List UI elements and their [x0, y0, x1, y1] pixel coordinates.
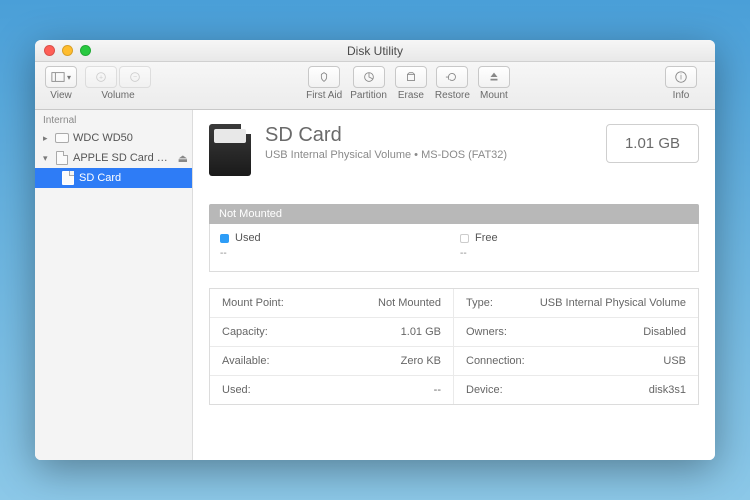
free-value: -- [460, 248, 660, 259]
erase-label: Erase [398, 90, 424, 101]
sidebar-item-wdc[interactable]: ▸ WDC WD50 [35, 128, 192, 148]
detail-row: Type:USB Internal Physical Volume [454, 289, 698, 318]
titlebar: Disk Utility [35, 40, 715, 62]
partition-icon [362, 70, 376, 84]
restore-button[interactable] [436, 66, 468, 88]
erase-icon [404, 70, 418, 84]
first-aid-button[interactable] [308, 66, 340, 88]
volume-label: Volume [101, 90, 134, 101]
detail-row: Device:disk3s1 [454, 376, 698, 404]
window-title: Disk Utility [35, 44, 715, 58]
hard-drive-icon [55, 131, 69, 145]
volume-size-box: 1.01 GB [606, 124, 699, 163]
usage-bar: Used -- Free -- [209, 224, 699, 272]
disclosure-triangle-icon[interactable]: ▾ [43, 153, 51, 164]
details-table: Mount Point:Not Mounted Capacity:1.01 GB… [209, 288, 699, 405]
disclosure-triangle-icon[interactable]: ▸ [43, 133, 51, 144]
info-icon: i [674, 70, 688, 84]
first-aid-icon [317, 70, 331, 84]
partition-label: Partition [350, 90, 387, 101]
restore-label: Restore [435, 90, 470, 101]
svg-text:+: + [99, 75, 103, 82]
sidebar-item-label: APPLE SD Card R... [73, 152, 174, 164]
volume-header: SD Card USB Internal Physical Volume • M… [209, 124, 699, 176]
volume-add-icon: + [94, 70, 108, 84]
info-label: Info [673, 90, 690, 101]
close-button[interactable] [44, 45, 55, 56]
detail-row: Capacity:1.01 GB [210, 318, 453, 347]
sidebar-item-label: WDC WD50 [73, 132, 188, 144]
used-swatch-icon [220, 234, 229, 243]
free-swatch-icon [460, 234, 469, 243]
sidebar-item-apple-sd[interactable]: ▾ APPLE SD Card R... ⏏ [35, 148, 192, 168]
svg-text:i: i [680, 73, 682, 82]
mount-label: Mount [480, 90, 508, 101]
view-button[interactable]: ▾ [45, 66, 77, 88]
svg-text:−: − [133, 74, 137, 81]
volume-remove-button[interactable]: − [119, 66, 151, 88]
erase-button[interactable] [395, 66, 427, 88]
volume-status: Not Mounted [209, 204, 699, 224]
sidebar-section-internal: Internal [35, 110, 192, 128]
disk-utility-window: Disk Utility ▾ View + − Volume [35, 40, 715, 460]
toolbar: ▾ View + − Volume First Aid [35, 62, 715, 110]
mount-icon [487, 70, 501, 84]
usage-used: Used -- [220, 232, 420, 259]
sidebar-item-sd-card[interactable]: SD Card [35, 168, 192, 188]
sidebar-icon [51, 70, 65, 84]
sidebar-item-label: SD Card [79, 172, 188, 184]
sd-card-icon [61, 171, 75, 185]
partition-button[interactable] [353, 66, 385, 88]
chevron-down-icon: ▾ [67, 73, 71, 82]
volume-add-button[interactable]: + [85, 66, 117, 88]
sd-card-large-icon [209, 124, 251, 176]
body: Internal ▸ WDC WD50 ▾ APPLE SD Card R...… [35, 110, 715, 460]
sidebar: Internal ▸ WDC WD50 ▾ APPLE SD Card R...… [35, 110, 193, 460]
usage-free: Free -- [460, 232, 660, 259]
first-aid-label: First Aid [306, 90, 342, 101]
free-label: Free [475, 232, 498, 244]
sd-card-icon [55, 151, 69, 165]
content-pane: SD Card USB Internal Physical Volume • M… [193, 110, 715, 460]
restore-icon [445, 70, 459, 84]
volume-remove-icon: − [128, 70, 142, 84]
detail-row: Owners:Disabled [454, 318, 698, 347]
volume-subtitle: USB Internal Physical Volume • MS-DOS (F… [265, 149, 592, 161]
mount-button[interactable] [478, 66, 510, 88]
minimize-button[interactable] [62, 45, 73, 56]
traffic-lights [35, 45, 91, 56]
volume-name: SD Card [265, 124, 592, 147]
eject-icon[interactable]: ⏏ [178, 152, 188, 165]
detail-row: Connection:USB [454, 347, 698, 376]
detail-row: Available:Zero KB [210, 347, 453, 376]
used-label: Used [235, 232, 261, 244]
view-label: View [50, 90, 72, 101]
zoom-button[interactable] [80, 45, 91, 56]
info-button[interactable]: i [665, 66, 697, 88]
detail-row: Mount Point:Not Mounted [210, 289, 453, 318]
detail-row: Used:-- [210, 376, 453, 404]
used-value: -- [220, 248, 420, 259]
